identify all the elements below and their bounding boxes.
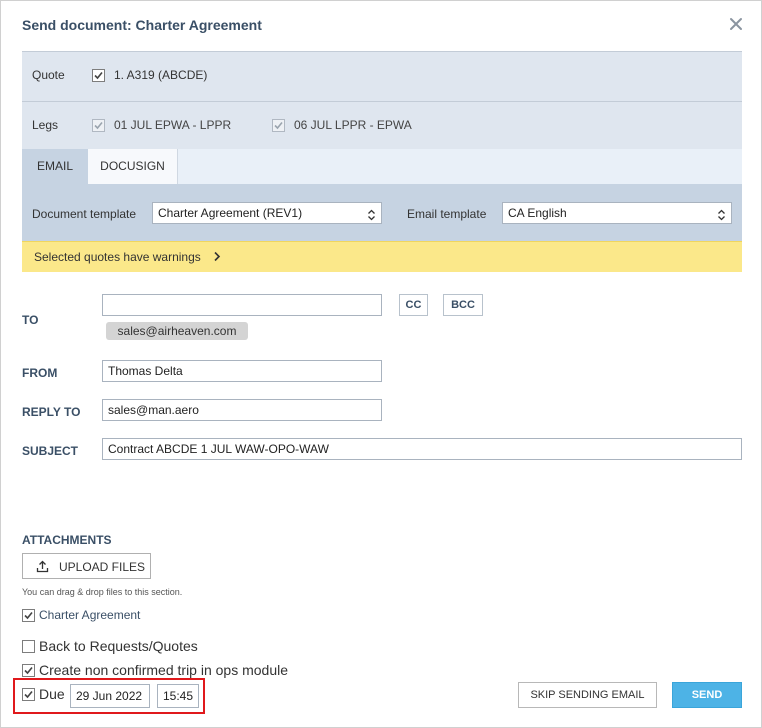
leg-label: 06 JUL LPPR - EPWA	[294, 118, 412, 132]
send-document-dialog: Send document: Charter Agreement Quote 1…	[0, 0, 762, 728]
upload-files-label: UPLOAD FILES	[59, 560, 146, 574]
drag-drop-hint: You can drag & drop files to this sectio…	[22, 587, 183, 597]
to-label: TO	[22, 313, 39, 327]
create-trip-checkbox[interactable]	[22, 664, 35, 677]
from-input[interactable]: Thomas Delta	[102, 360, 382, 382]
chevron-right-icon	[213, 251, 221, 265]
back-to-requests-checkbox[interactable]	[22, 640, 35, 653]
bcc-button[interactable]: BCC	[443, 294, 483, 316]
reply-to-input[interactable]: sales@man.aero	[102, 399, 382, 421]
attachment-file-label[interactable]: Charter Agreement	[39, 608, 140, 622]
document-template-select[interactable]: Charter Agreement (REV1)	[152, 202, 382, 224]
due-time-input[interactable]: 15:45	[157, 684, 199, 708]
email-template-select[interactable]: CA English	[502, 202, 732, 224]
due-date-input[interactable]: 29 Jun 2022	[70, 684, 150, 708]
dialog-title: Send document: Charter Agreement	[22, 17, 262, 33]
close-icon[interactable]	[727, 15, 745, 33]
email-template-value: CA English	[508, 206, 567, 220]
tab-bar: EMAIL DOCUSIGN	[22, 149, 742, 184]
cc-button[interactable]: CC	[399, 294, 428, 316]
warning-bar[interactable]: Selected quotes have warnings	[22, 241, 742, 272]
document-template-value: Charter Agreement (REV1)	[158, 206, 303, 220]
send-button[interactable]: SEND	[672, 682, 742, 708]
skip-sending-email-button[interactable]: SKIP SENDING EMAIL	[518, 682, 657, 708]
legs-row: Legs 01 JUL EPWA - LPPR 06 JUL LPPR - EP…	[22, 101, 742, 150]
from-label: FROM	[22, 366, 58, 380]
upload-icon	[36, 560, 49, 576]
quote-item-label: 1. A319 (ABCDE)	[114, 68, 208, 82]
due-label: Due	[39, 686, 65, 702]
template-row: Document template Charter Agreement (REV…	[22, 184, 742, 241]
legs-label: Legs	[32, 118, 59, 132]
reply-to-label: REPLY TO	[22, 405, 81, 419]
back-to-requests-label: Back to Requests/Quotes	[39, 638, 198, 654]
warning-text: Selected quotes have warnings	[34, 250, 201, 264]
chevron-updown-icon	[717, 207, 726, 227]
recipient-chip[interactable]: sales@airheaven.com	[106, 322, 248, 340]
upload-files-button[interactable]: UPLOAD FILES	[22, 553, 151, 579]
leg-checkbox[interactable]	[272, 119, 285, 132]
attachments-heading: ATTACHMENTS	[22, 533, 112, 547]
quote-label: Quote	[32, 68, 65, 82]
subject-label: SUBJECT	[22, 444, 79, 458]
quote-checkbox[interactable]	[92, 69, 105, 82]
tab-docusign[interactable]: DOCUSIGN	[88, 149, 178, 184]
quote-row: Quote 1. A319 (ABCDE)	[22, 51, 742, 101]
tab-email[interactable]: EMAIL	[22, 149, 88, 184]
due-checkbox[interactable]	[22, 688, 35, 701]
attachment-checkbox[interactable]	[22, 609, 35, 622]
document-template-label: Document template	[32, 207, 137, 221]
create-trip-label: Create non confirmed trip in ops module	[39, 662, 289, 678]
leg-label: 01 JUL EPWA - LPPR	[114, 118, 232, 132]
email-template-label: Email template	[407, 207, 487, 221]
leg-checkbox[interactable]	[92, 119, 105, 132]
subject-input[interactable]: Contract ABCDE 1 JUL WAW-OPO-WAW	[102, 438, 742, 460]
to-input[interactable]	[102, 294, 382, 316]
chevron-updown-icon	[367, 207, 376, 227]
